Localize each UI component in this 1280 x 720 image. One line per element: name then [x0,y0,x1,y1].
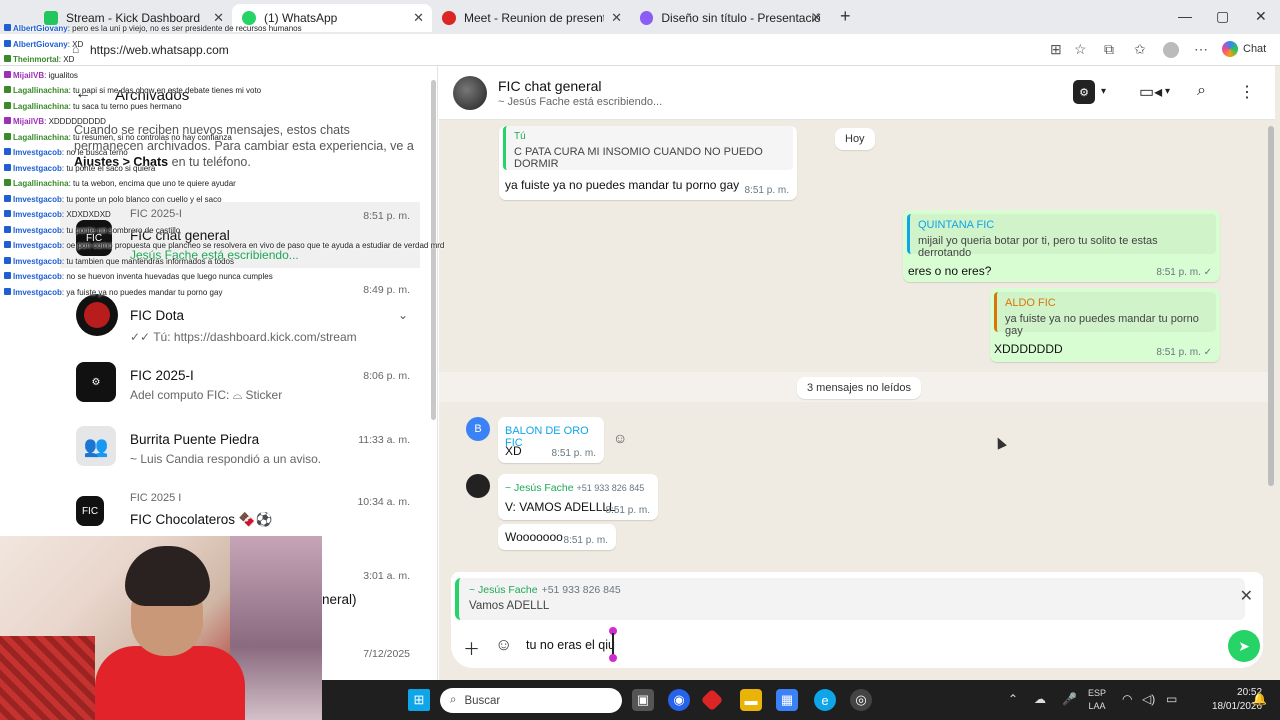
quoted-message[interactable]: Tú C PATA CURA MI INSOMIO CUANDO NO PUED… [503,126,793,170]
maximize-icon[interactable]: ▢ [1216,8,1229,25]
microphone-icon[interactable]: 🎤 [1062,692,1077,706]
chat-list-scrollbar[interactable] [431,80,436,420]
group-avatar[interactable] [453,76,487,110]
chat-avatar: ⚙ [76,362,116,402]
conversation-panel: FIC chat general ~ Jesús Fache está escr… [439,66,1280,680]
group-icon: 👥 [76,426,116,466]
send-icon: ➤ [1238,637,1250,654]
url-field[interactable]: https://web.whatsapp.com [90,43,229,57]
volume-icon[interactable]: ◁) [1142,692,1155,706]
chevron-down-icon[interactable]: ⌄ [398,308,408,322]
archived-note: Cuando se reciben nuevos mensajes, estos… [74,123,414,169]
chevron-down-icon[interactable]: ▾ [1165,86,1170,97]
battery-icon[interactable]: ▭ [1166,692,1177,706]
video-call-icon[interactable]: ▭◂ [1139,82,1162,102]
file-explorer-icon[interactable]: ▬ [740,689,762,711]
chat-item-fic-2025-i[interactable]: ⚙ FIC 2025-I Adel computo FIC: ⌓ Sticker… [60,362,420,420]
message-outgoing[interactable]: ALDO FIC ya fuiste ya no puedes mandar t… [990,288,1220,362]
message-incoming[interactable]: Wooooooo 8:51 p. m. [498,524,616,550]
send-button[interactable]: ➤ [1228,630,1260,662]
chat-item-burrita-puente-piedra[interactable]: 👥 Burrita Puente Piedra ~ Luis Candia re… [60,426,420,484]
browser-tab-bar: Stream - Kick Dashboard ✕ (1) WhatsApp ✕… [0,0,1280,34]
taskbar-search[interactable]: ⌕ Buscar [440,688,622,713]
windows-taskbar: ⊞ ⌕ Buscar ▣ ◉ ▬ ▦ e ◎ ⌃ ☁ 🎤 ESP LAA ◠ ◁… [322,680,1280,720]
apps-icon[interactable]: ⊞ [1050,41,1062,58]
edge-icon[interactable]: e [814,689,836,711]
message-incoming[interactable]: BALON DE ORO FIC XD 8:51 p. m. [498,417,604,463]
date-pill: Hoy [835,128,875,150]
onedrive-icon[interactable]: ☁ [1034,692,1046,706]
favorite-star-icon[interactable]: ☆ [1074,41,1087,58]
anydesk-icon[interactable] [700,688,724,712]
chat-avatar: FIC [76,496,104,526]
task-view-icon[interactable]: ▣ [632,689,654,711]
extensions-icon[interactable]: ⧉ [1104,41,1114,58]
more-menu-icon[interactable]: ⋯ [1194,41,1208,58]
conversation-scrollbar[interactable] [1268,126,1274,486]
chat-avatar: FIC [76,220,112,256]
sender-avatar[interactable] [466,474,490,498]
message-composer: ＋ ☺ tu no eras el qiu ➤ [451,624,1263,668]
streamer-figure [95,546,245,720]
minimize-icon[interactable]: — [1178,8,1192,24]
message-input[interactable]: tu no eras el qiu [526,638,615,652]
store-icon[interactable]: ▦ [776,689,798,711]
chat-item-fic-dota[interactable]: FIC Dota ✓✓ Tú: https://dashboard.kick.c… [60,284,420,344]
emoji-icon[interactable]: ☺ [495,635,512,655]
quoted-message[interactable]: ALDO FIC ya fuiste ya no puedes mandar t… [994,292,1216,337]
chrome-icon[interactable]: ◉ [668,689,690,711]
tab-kick-dashboard[interactable]: Stream - Kick Dashboard ✕ [34,4,232,32]
address-bar: ⌂ https://web.whatsapp.com ⊞ ☆ ⧉ ✩ ⋯ Cha… [0,34,1280,66]
wifi-icon[interactable]: ◠ [1122,692,1132,706]
chat-avatar [76,294,118,336]
background-blanket [0,636,95,720]
meet-icon [442,11,456,25]
sender-avatar[interactable]: B [466,417,490,441]
unread-pill: 3 mensajes no leídos [797,377,921,399]
quoted-message[interactable]: QUINTANA FIC mijail yo queria botar por … [907,214,1216,259]
search-icon: ⌕ [450,694,457,706]
reply-preview: ~ Jesús Fache +51 933 826 845 Vamos ADELL… [451,572,1263,624]
text-cursor-marker [609,654,617,662]
close-icon[interactable]: ✕ [213,10,224,26]
message-incoming[interactable]: Tú C PATA CURA MI INSOMIO CUANDO NO PUED… [499,126,797,200]
whatsapp-icon [242,11,256,25]
archived-title: Archivados [115,87,190,104]
lock-icon[interactable]: ⌂ [72,42,79,56]
close-icon[interactable]: ✕ [413,10,424,26]
copilot-chat-button[interactable]: Chat [1222,41,1266,57]
chat-header[interactable]: FIC chat general ~ Jesús Fache está escr… [439,66,1275,120]
tab-whatsapp[interactable]: (1) WhatsApp ✕ [232,4,432,32]
tray-expand-icon[interactable]: ⌃ [1008,692,1018,706]
back-arrow-icon[interactable]: ← [75,85,91,103]
attach-plus-icon[interactable]: ＋ [463,635,480,660]
emoji-react-icon[interactable]: ☺ [613,430,627,446]
profile-avatar[interactable] [1163,42,1179,58]
copilot-icon [1222,41,1238,57]
search-icon[interactable]: ⌕ [1197,82,1206,100]
notifications-icon[interactable]: 🔔 [1252,692,1267,706]
text-cursor [612,633,614,655]
windows-start-icon[interactable]: ⊞ [408,689,430,711]
chevron-down-icon[interactable]: ▾ [1101,86,1106,97]
obs-icon[interactable]: ◎ [850,689,872,711]
favorites-icon[interactable]: ✩ [1134,41,1146,58]
close-reply-icon[interactable]: ✕ [1240,586,1253,606]
new-tab-icon[interactable]: + [840,6,851,27]
reply-quote[interactable]: ~ Jesús Fache +51 933 826 845 Vamos ADELL… [455,578,1245,620]
webcam-feed [0,536,322,720]
close-icon[interactable]: ✕ [611,10,622,26]
community-icon[interactable]: ⚙ [1073,80,1095,104]
message-outgoing[interactable]: QUINTANA FIC mijail yo queria botar por … [903,210,1220,282]
tab-meet[interactable]: Meet - Reunion de presentaci ✕ [432,4,630,32]
chat-item-fic-chat-general[interactable]: FIC 2025-I FIC FIC chat general Jesús Fa… [60,202,420,268]
language-indicator[interactable]: ESP LAA [1088,687,1106,713]
kick-icon [44,11,58,25]
more-options-icon[interactable]: ⋮ [1239,82,1255,102]
message-incoming[interactable]: ~ Jesús Fache +51 933 826 845 V: VAMOS A… [498,474,658,520]
close-icon[interactable]: ✕ [811,10,822,26]
canva-icon [640,11,654,25]
tab-canva[interactable]: Diseño sin título - Presentación ✕ [630,4,830,32]
close-window-icon[interactable]: ✕ [1255,8,1267,25]
